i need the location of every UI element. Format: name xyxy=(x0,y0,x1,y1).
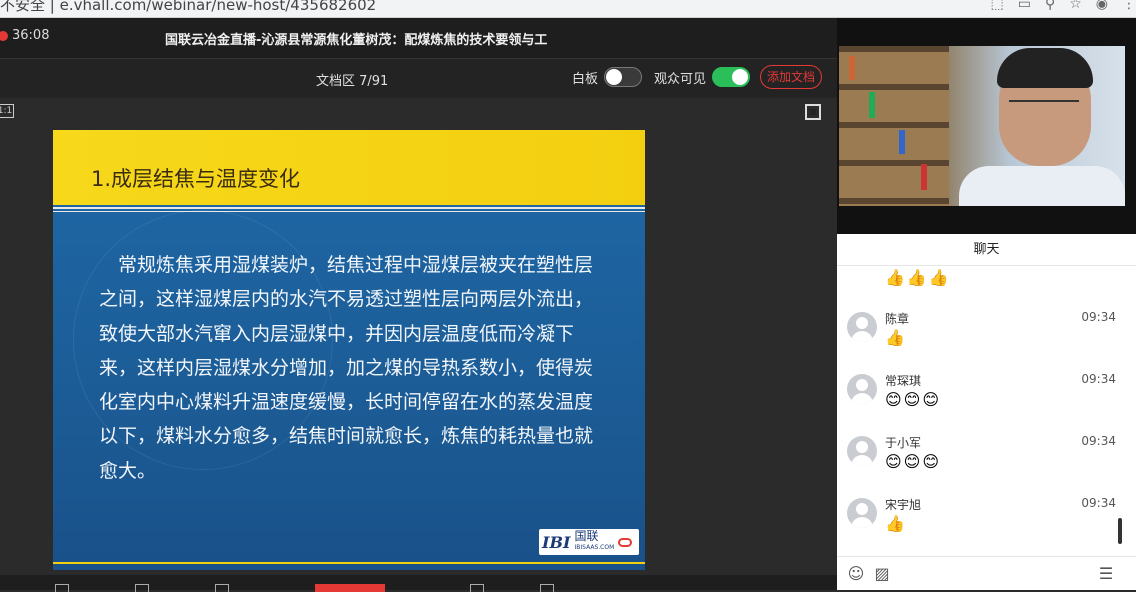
book xyxy=(921,164,927,190)
avatar xyxy=(847,312,877,342)
divider xyxy=(53,211,645,212)
doc-page-indicator: 文档区 7/91 xyxy=(316,74,389,89)
timer-text: 36:08 xyxy=(12,28,50,43)
whiteboard-toggle[interactable] xyxy=(604,67,643,87)
chat-header: 聊天 xyxy=(837,234,1136,266)
chat-emoji: 😊😊😊 xyxy=(885,452,942,471)
end-live-button[interactable] xyxy=(315,584,385,592)
chat-time: 09:34 xyxy=(1081,496,1116,510)
whiteboard-toggle-group: 白板 xyxy=(572,67,643,87)
logo-sub: IBISAAS.COM xyxy=(574,544,615,551)
avatar xyxy=(847,374,877,404)
chat-time: 09:34 xyxy=(1081,434,1116,448)
chat-emoji-row: 👍👍👍 xyxy=(885,268,951,287)
chat-message: 宋宇旭 09:34 👍 xyxy=(845,492,1120,548)
browser-address-bar[interactable]: 不安全 | e.vhall.com/webinar/new-host/43568… xyxy=(0,0,1136,18)
right-panel: 聊天 👍👍👍 陈章 09:34 👍 常琛琪 09:34 😊😊😊 于小军 09:3… xyxy=(837,18,1136,590)
cloud-icon xyxy=(618,537,633,547)
toggle-knob xyxy=(732,69,749,85)
logo-cn: 国联 xyxy=(574,529,599,543)
chat-username: 常琛琪 xyxy=(885,374,922,388)
chat-message-list[interactable]: 👍👍👍 陈章 09:34 👍 常琛琪 09:34 😊😊😊 于小军 09:34 😊… xyxy=(837,266,1136,556)
view-controls: 1:1 xyxy=(0,98,837,128)
extension-icon[interactable]: ⬚ xyxy=(990,0,1003,12)
chat-username: 陈章 xyxy=(885,312,910,326)
tool-icon[interactable] xyxy=(540,584,554,592)
chat-time: 09:34 xyxy=(1081,372,1116,386)
cast-icon[interactable]: ▭ xyxy=(1018,0,1031,12)
tool-icon[interactable] xyxy=(55,584,69,592)
book xyxy=(869,92,875,118)
slide-title-band: 1.成层结焦与温度变化 xyxy=(53,130,645,205)
audience-visible-toggle-group: 观众可见 xyxy=(654,67,751,87)
logo-main: IBI xyxy=(542,532,571,552)
chat-emoji: 😊😊😊 xyxy=(885,390,942,409)
browser-toolbar-icons: ⬚ ▭ ⚲ ☆ ◉ ⋮ xyxy=(990,0,1136,12)
emoji-icon[interactable]: ☺ xyxy=(847,565,865,583)
chat-emoji: 👍 xyxy=(885,328,907,347)
avatar xyxy=(847,498,877,528)
divider xyxy=(53,207,645,209)
document-toolbar: 文档区 7/91 白板 观众可见 添加文档 xyxy=(0,58,837,98)
toggle-knob xyxy=(606,69,623,85)
chat-emoji: 👍 xyxy=(885,514,907,533)
chat-message: 陈章 09:34 👍 xyxy=(845,306,1120,362)
logo-text-group: 国联 IBISAAS.COM xyxy=(574,529,615,553)
chat-scrollbar[interactable] xyxy=(1118,518,1122,544)
tool-icon[interactable] xyxy=(135,584,149,592)
presenter-hair xyxy=(997,48,1093,88)
chat-message: 于小军 09:34 😊😊😊 xyxy=(845,430,1120,486)
fullscreen-icon[interactable] xyxy=(805,104,821,120)
presentation-slide: 1.成层结焦与温度变化 常规炼焦采用湿煤装炉，结焦过程中湿煤层被夹在塑性层之间，… xyxy=(53,130,645,570)
bookmark-star-icon[interactable]: ☆ xyxy=(1069,0,1082,12)
avatar xyxy=(847,436,877,466)
video-frame xyxy=(839,46,1125,206)
zoom-icon[interactable]: ⚲ xyxy=(1045,0,1055,12)
account-icon[interactable]: ◉ xyxy=(1096,0,1108,12)
divider xyxy=(53,562,645,564)
bookshelf xyxy=(839,46,949,206)
slide-body-text: 常规炼焦采用湿煤装炉，结焦过程中湿煤层被夹在塑性层之间，这样湿煤层内的水汽不易透… xyxy=(99,254,594,482)
chat-message: 常琛琪 09:34 😊😊😊 xyxy=(845,368,1120,424)
tool-icon[interactable] xyxy=(470,584,484,592)
add-document-button[interactable]: 添加文档 xyxy=(760,65,822,89)
chat-settings-icon[interactable]: ☰ xyxy=(1097,565,1115,583)
ibi-logo: IBI 国联 IBISAAS.COM xyxy=(539,529,639,555)
recording-dot-icon xyxy=(0,30,8,41)
book xyxy=(899,130,905,154)
chat-username: 于小军 xyxy=(885,436,922,450)
aspect-ratio-icon[interactable]: 1:1 xyxy=(0,104,14,118)
url-text[interactable]: 不安全 | e.vhall.com/webinar/new-host/43568… xyxy=(0,0,376,15)
image-icon[interactable]: ▨ xyxy=(873,565,891,583)
audience-visible-label: 观众可见 xyxy=(654,71,707,87)
menu-icon[interactable]: ⋮ xyxy=(1122,0,1136,12)
presenter-glasses xyxy=(1009,100,1079,112)
tool-icon[interactable] xyxy=(215,584,229,592)
chat-footer: ☺ ▨ ☰ xyxy=(837,556,1136,590)
presenter-video xyxy=(837,18,1136,234)
presenter-shirt xyxy=(959,166,1125,206)
webinar-title: 国联云冶金直播-沁源县常源焦化董树茂：配煤炼焦的技术要领与工 xyxy=(165,33,548,48)
slide-title: 1.成层结焦与温度变化 xyxy=(91,167,301,191)
book xyxy=(849,56,855,80)
live-header: 36:08 国联云冶金直播-沁源县常源焦化董树茂：配煤炼焦的技术要领与工 xyxy=(0,18,837,58)
bottom-toolbar xyxy=(0,575,837,592)
chat-time: 09:34 xyxy=(1081,310,1116,324)
audience-visible-toggle[interactable] xyxy=(712,67,751,87)
live-timer: 36:08 xyxy=(0,28,49,43)
whiteboard-label: 白板 xyxy=(572,71,599,87)
chat-username: 宋宇旭 xyxy=(885,498,922,512)
